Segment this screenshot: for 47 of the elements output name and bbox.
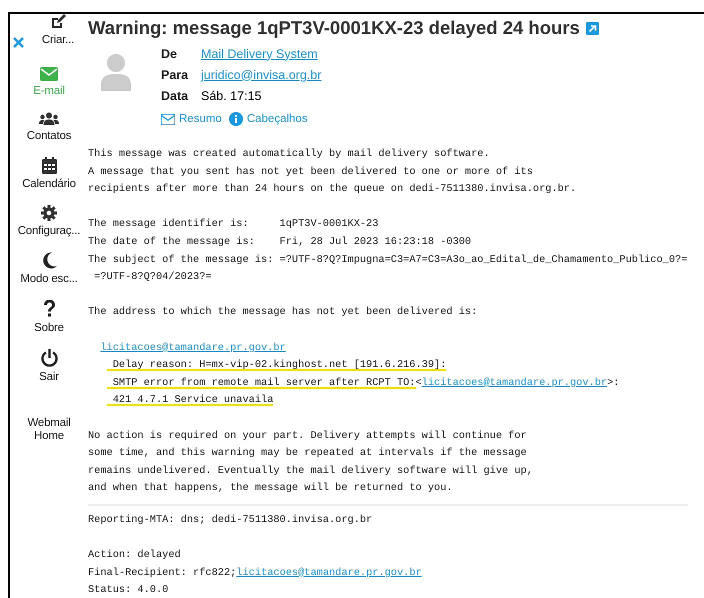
sidebar-item[interactable]: Configuraç...	[11, 205, 87, 238]
message-text: and when that happens, the message will be returned to you.	[88, 481, 454, 496]
message-subject: Warning: message 1qPT3V-0001KX-23 delayed 24 hours	[88, 17, 580, 39]
message-text: The address to which the message has not yet been delivered is:	[88, 305, 478, 320]
message-text: No action is required on your part. Delivery attempts will continue for	[88, 428, 528, 444]
message-text: <	[416, 376, 422, 389]
message-text: 421 4.7.1 Service unavaila	[106, 394, 274, 406]
message-text: The message identifier is: 1qPT3V-0001KX-23	[88, 217, 380, 232]
message-text: Reporting-MTA: dns; dedi-7511380.invisa.org.br	[88, 512, 374, 528]
info-icon	[228, 112, 243, 126]
close-icon[interactable]	[13, 37, 24, 48]
sidebar-item[interactable]: Criar...	[30, 14, 86, 47]
moon-icon	[42, 252, 56, 269]
message-text: =?UTF-8?Q?04/2023?=	[93, 270, 213, 286]
message-text: some time, and this warning may be repeated at intervals if the message	[88, 446, 528, 462]
sidebar-item[interactable]: Contatos	[11, 112, 87, 143]
message-text: Final-Recipient: rfc822;	[88, 566, 236, 579]
sidebar-item[interactable]: Sair	[11, 349, 87, 384]
envelope-icon	[40, 67, 58, 81]
help-icon	[42, 300, 56, 318]
message-text: A message that you sent has not yet been delivered to one or more of its	[88, 164, 534, 180]
envelope-icon	[161, 114, 175, 124]
sidebar-item[interactable]: Sobre	[11, 300, 87, 335]
header-label: De	[161, 46, 177, 60]
power-icon	[40, 349, 58, 367]
message-text: remains undelivered. Eventually the mail delivery software will give up,	[88, 464, 534, 479]
sidebar-item[interactable]: Calendário	[11, 157, 87, 191]
message-text: SMTP error from remote mail server after RCPT TO:	[106, 376, 416, 389]
edit-icon	[50, 14, 66, 30]
header-label: Data	[161, 88, 188, 102]
message-text: The date of the message is: Fri, 28 Jul 2023 16:23:18 -0300	[88, 234, 472, 250]
settings-icon	[41, 205, 57, 221]
message-text: This message was created automatically by mail delivery software.	[88, 147, 491, 162]
sidebar-item[interactable]: Webmail Home	[24, 417, 74, 443]
header-label: Para	[161, 68, 188, 82]
users-icon	[39, 112, 59, 126]
message-text: The subject of the message is: =?UTF-8?Q?Impugna=C3=A7=C3=A3o_ao_Edital_de_Chamamento_Publico_0?=	[88, 252, 688, 268]
message-text: recipients after more than 24 hours on the queue on dedi-7511380.invisa.org.br.	[88, 182, 578, 198]
message-text: Action: delayed	[88, 548, 182, 564]
message-text: Delay reason: H=mx-vip-02.kinghost.net [191.6.216.39]:	[106, 359, 446, 372]
sidebar-item[interactable]: Modo esc...	[11, 252, 87, 286]
external-link-icon[interactable]	[586, 22, 599, 34]
avatar-icon	[101, 53, 131, 91]
calendar-icon	[42, 157, 56, 174]
message-text: >:	[607, 376, 620, 389]
message-text: Status: 4.0.0	[88, 583, 170, 598]
header-value: Sáb. 17:15	[201, 88, 262, 102]
